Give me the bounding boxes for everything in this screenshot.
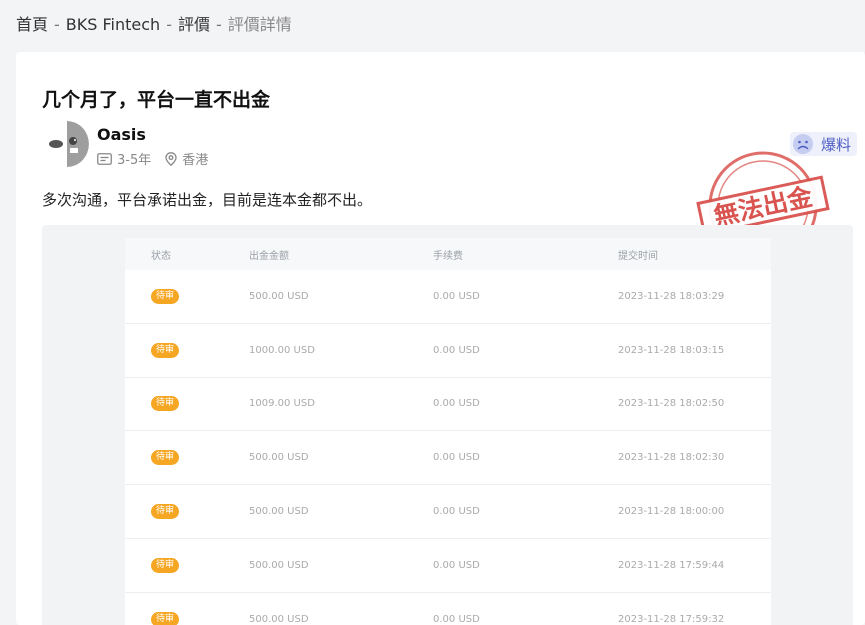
fee-cell: 0.00 USD <box>433 506 480 518</box>
fee-cell: 0.00 USD <box>433 452 480 464</box>
experience-info: 3-5年 <box>97 149 151 168</box>
amount-cell: 500.00 USD <box>249 613 309 625</box>
column-header-time: 提交时间 <box>618 250 658 262</box>
sad-face-icon <box>792 134 813 154</box>
amount-cell: 1009.00 USD <box>249 398 315 410</box>
fee-cell: 0.00 USD <box>433 344 480 356</box>
table-row: 待审 500.00 USD 0.00 USD 2023-11-28 17:59:… <box>125 593 771 625</box>
column-header-status: 状态 <box>151 250 171 262</box>
evidence-screenshot[interactable]: 状态 出金金额 手续费 提交时间 待审 500.00 USD 0.00 USD … <box>42 225 853 625</box>
column-header-amount: 出金金额 <box>249 250 289 262</box>
status-badge: 待审 <box>151 396 180 412</box>
breadcrumb-broker[interactable]: BKS Fintech <box>66 15 160 34</box>
table-row: 待审 500.00 USD 0.00 USD 2023-11-28 18:00:… <box>125 485 771 539</box>
expose-tag[interactable]: 爆料 <box>789 132 857 156</box>
svg-text:無法出金: 無法出金 <box>711 182 816 231</box>
breadcrumb-separator: - <box>215 15 222 34</box>
time-cell: 2023-11-28 18:03:15 <box>618 344 725 356</box>
table-row: 待审 500.00 USD 0.00 USD 2023-11-28 17:59:… <box>125 539 771 593</box>
time-cell: 2023-11-28 18:03:29 <box>618 290 725 302</box>
time-cell: 2023-11-28 18:02:50 <box>618 398 725 410</box>
fee-cell: 0.00 USD <box>433 613 480 625</box>
amount-cell: 1000.00 USD <box>249 344 315 356</box>
review-content: 多次沟通，平台承诺出金，目前是连本金都不出。 <box>42 191 373 209</box>
breadcrumb-reviews[interactable]: 評價 <box>178 15 210 34</box>
amount-cell: 500.00 USD <box>249 290 309 302</box>
author-meta: 3-5年 香港 <box>97 149 208 168</box>
breadcrumb-home[interactable]: 首頁 <box>16 15 48 34</box>
fee-cell: 0.00 USD <box>433 290 480 302</box>
breadcrumb-current: 評價詳情 <box>227 15 292 34</box>
table-row: 待审 500.00 USD 0.00 USD 2023-11-28 18:02:… <box>125 431 771 486</box>
status-badge: 待审 <box>151 611 180 625</box>
avatar[interactable] <box>45 121 89 167</box>
author-name[interactable]: Oasis <box>97 125 146 144</box>
review-card: 几个月了，平台一直不出金 Oasis 3-5年 香港 爆料 無法出金 多次沟通，… <box>16 52 865 625</box>
fee-cell: 0.00 USD <box>433 398 480 410</box>
column-header-fee: 手续费 <box>433 250 463 262</box>
breadcrumb-separator: - <box>54 15 60 34</box>
status-badge: 待审 <box>151 504 180 520</box>
fee-cell: 0.00 USD <box>433 559 480 571</box>
breadcrumb-separator: - <box>166 15 172 34</box>
id-card-icon <box>97 152 112 165</box>
table-row: 待审 1000.00 USD 0.00 USD 2023-11-28 18:03… <box>125 324 771 378</box>
time-cell: 2023-11-28 18:00:00 <box>618 506 725 518</box>
table-row: 待审 1009.00 USD 0.00 USD 2023-11-28 18:02… <box>125 378 771 432</box>
review-title: 几个月了，平台一直不出金 <box>42 89 271 111</box>
expose-label: 爆料 <box>820 135 851 154</box>
withdrawal-records-table: 状态 出金金额 手续费 提交时间 待审 500.00 USD 0.00 USD … <box>125 238 771 625</box>
amount-cell: 500.00 USD <box>249 506 309 518</box>
status-badge: 待审 <box>151 288 180 304</box>
experience-years: 3-5年 <box>117 153 152 168</box>
table-row: 待审 500.00 USD 0.00 USD 2023-11-28 18:03:… <box>125 270 771 324</box>
location-info: 香港 <box>165 149 208 168</box>
time-cell: 2023-11-28 18:02:30 <box>618 452 725 464</box>
status-badge: 待审 <box>151 450 180 466</box>
status-badge: 待审 <box>151 557 180 573</box>
table-header: 状态 出金金额 手续费 提交时间 <box>125 238 771 270</box>
location-text: 香港 <box>182 153 209 168</box>
breadcrumb: 首頁 - BKS Fintech - 評價 - 評價詳情 <box>16 11 292 35</box>
status-badge: 待审 <box>151 342 180 358</box>
amount-cell: 500.00 USD <box>249 452 309 464</box>
time-cell: 2023-11-28 17:59:32 <box>618 613 725 625</box>
amount-cell: 500.00 USD <box>249 559 309 571</box>
location-pin-icon <box>165 151 177 166</box>
time-cell: 2023-11-28 17:59:44 <box>618 559 725 571</box>
